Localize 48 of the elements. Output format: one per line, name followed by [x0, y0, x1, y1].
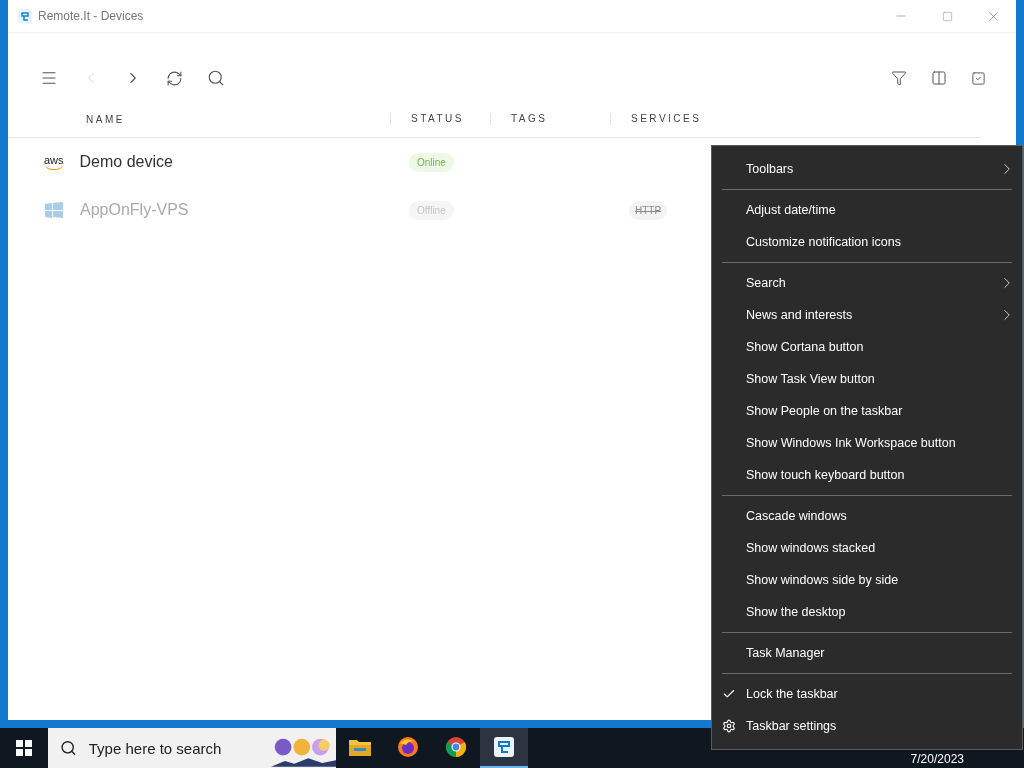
filter-button[interactable] — [889, 68, 909, 88]
taskbar-app-button[interactable] — [480, 728, 528, 768]
column-header[interactable]: TAGS — [490, 113, 610, 125]
remoteit-icon — [493, 736, 515, 758]
column-header[interactable]: SERVICES — [610, 113, 960, 125]
clock-date: 7/20/2023 — [910, 752, 964, 766]
menu-item[interactable]: Show Cortana button — [712, 331, 1022, 363]
columns-icon — [931, 70, 947, 86]
search-field[interactable]: Type here to search — [48, 728, 336, 768]
folder-icon — [348, 737, 372, 757]
menu-item[interactable]: Show the desktop — [712, 596, 1022, 628]
menu-item[interactable]: Toolbars — [712, 153, 1022, 185]
checkbox-icon — [971, 70, 986, 86]
column-header[interactable]: NAME — [8, 113, 390, 125]
menu-item[interactable]: Adjust date/time — [712, 194, 1022, 226]
menu-item[interactable]: Lock the taskbar — [712, 678, 1022, 710]
windows-logo-icon — [16, 740, 32, 756]
chrome-icon — [444, 735, 468, 759]
column-header[interactable]: STATUS — [390, 113, 490, 125]
menu-item[interactable]: Show touch keyboard button — [712, 459, 1022, 491]
menu-item[interactable]: Show People on the taskbar — [712, 395, 1022, 427]
menu-item[interactable]: Show Task View button — [712, 363, 1022, 395]
search-icon — [207, 69, 225, 87]
menu-item[interactable]: Show windows stacked — [712, 532, 1022, 564]
refresh-icon — [166, 69, 183, 87]
firefox-icon — [396, 735, 420, 759]
menu-item[interactable]: Show Windows Ink Workspace button — [712, 427, 1022, 459]
device-name[interactable]: Demo device — [79, 153, 173, 171]
filter-icon — [891, 70, 907, 86]
status-badge: Online — [409, 152, 454, 172]
windows-logo-icon — [44, 202, 64, 218]
search-input[interactable]: Type here to search — [86, 738, 261, 758]
settings-icon — [722, 719, 736, 733]
columns-button[interactable] — [929, 68, 949, 88]
menu-item[interactable]: Search — [712, 267, 1022, 299]
menu-item[interactable]: Show windows side by side — [712, 564, 1022, 596]
menu-item[interactable]: Customize notification icons — [712, 226, 1022, 258]
maximize-icon — [941, 10, 953, 22]
aws-logo: aws — [44, 154, 64, 170]
menu-item[interactable]: News and interests — [712, 299, 1022, 331]
menu-item[interactable]: Task Manager — [712, 637, 1022, 669]
menu-icon — [40, 69, 58, 87]
search-icon — [60, 739, 77, 757]
window-title: Remote.It - Devices — [38, 9, 145, 23]
menu-item[interactable]: Cascade windows — [712, 500, 1022, 532]
check-icon — [722, 687, 736, 701]
menu-item[interactable]: Taskbar settings — [712, 710, 1022, 742]
app-icon — [18, 9, 32, 23]
